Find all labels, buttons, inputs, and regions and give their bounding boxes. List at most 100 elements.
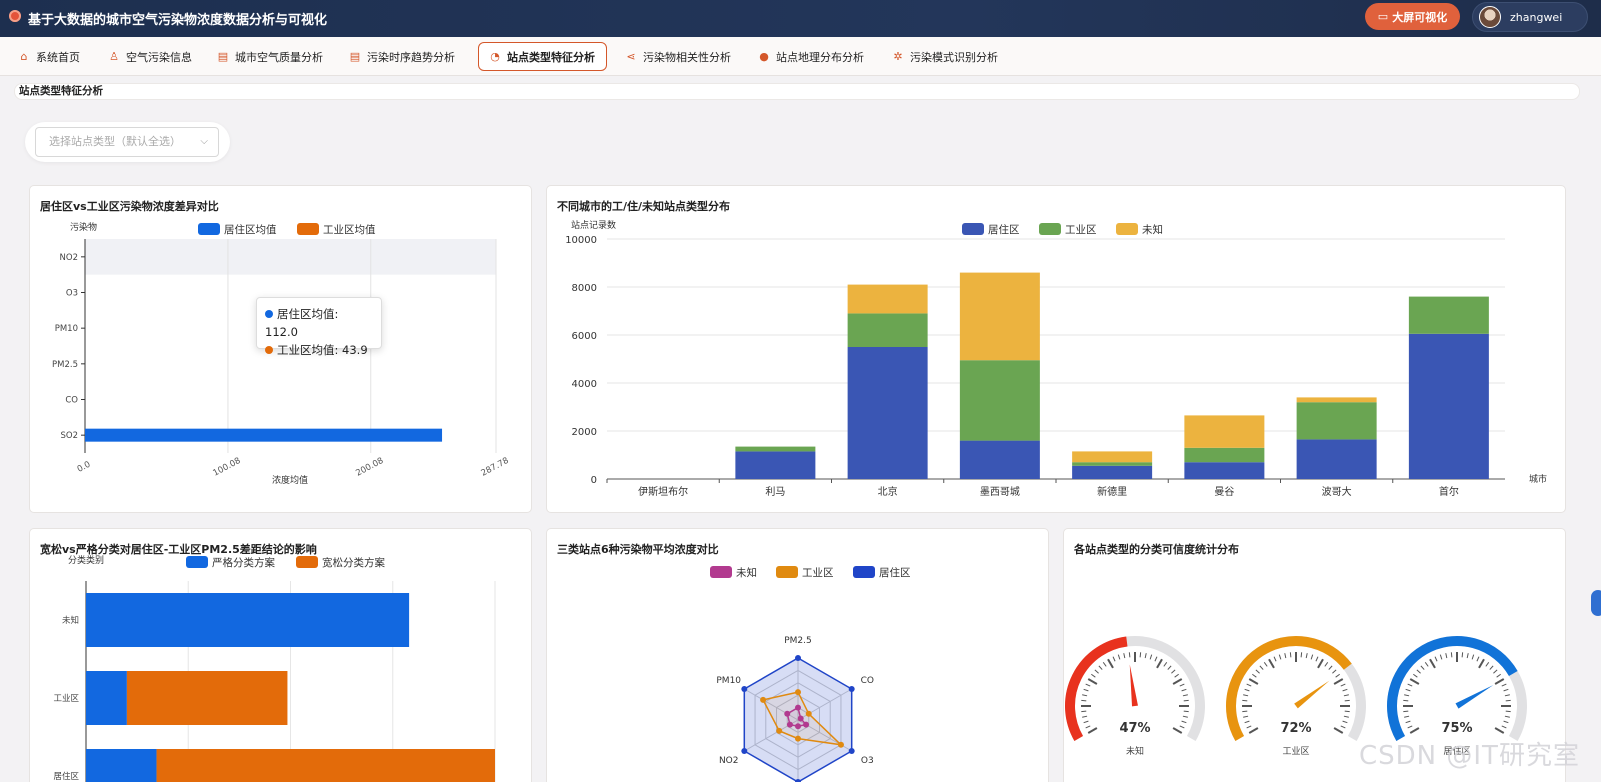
watermark: CSDN @IT研究室 [1359,741,1580,771]
presentation-icon: ▤ [349,50,361,63]
station-type-select[interactable]: 选择站点类型（默认全选） ⌵ [35,127,219,157]
gauge-tick [1503,720,1509,724]
indicator-label: PM2.5 [784,636,812,646]
side-handle[interactable] [1591,590,1601,616]
gauge-needle [1129,664,1138,707]
axis-title: 城市 [1529,473,1547,485]
gauge-tick [1083,720,1089,724]
gauge-tick [1478,658,1485,669]
gauge-tick [1246,683,1252,687]
gauge-tick [1493,669,1498,674]
gauge-tick [1243,694,1249,697]
legend-swatch [853,566,875,578]
gauge-tick [1343,694,1349,697]
gauge-tick [1107,658,1114,669]
gauge-tick [1504,694,1510,697]
legend-label: 宽松分类方案 [322,556,385,569]
gauge-tick [1450,652,1453,658]
tick-label: 6000 [572,331,597,342]
gauge-tick [1405,688,1411,692]
gauge-needle [1455,685,1494,709]
nav-station-type[interactable]: ◔ 站点类型特征分析 [478,42,607,71]
radar-point [795,735,801,742]
gauge-tick [1172,678,1183,685]
bar-segment [1072,451,1153,463]
category-label: 首尔 [1439,485,1459,498]
radar-point [784,710,791,717]
bigscreen-button[interactable]: ▭ 大屏可视化 [1365,3,1460,30]
gauge-value: 72% [1280,721,1311,736]
gauge-label: 工业区 [1282,746,1309,757]
tick-label: 100.08 [212,456,243,479]
filter-wrap: 选择站点类型（默认全选） ⌵ [25,122,230,162]
gauge-tick [1128,652,1131,658]
tick-label: 0.0 [76,460,93,475]
radar-point [797,715,804,722]
gauge-tick [1476,656,1480,662]
nav-label: 污染物相关性分析 [643,50,731,64]
share-icon: ⋖ [626,50,636,63]
legend-label: 居住区 [988,223,1020,236]
gauge-tick [1429,658,1436,669]
category-label: CO [65,396,78,406]
radar-point [795,689,801,696]
nav-geo[interactable]: ● 站点地理分布分析 [748,42,874,71]
gauge-tick [1183,710,1189,713]
radar-point [795,723,801,730]
gauge-tick [1082,694,1088,697]
legend-swatch [198,223,220,235]
nav-city-quality[interactable]: ▤ 城市空气质量分析 [207,42,333,71]
bar-segment [1296,397,1377,403]
nav-air-info[interactable]: ♙ 空气污染信息 [98,42,202,71]
radar-point [795,655,801,661]
bar-segment [1072,465,1153,479]
gauge-tick [1343,715,1349,718]
monitor-icon: ▭ [1377,10,1389,23]
axis-title: 分类类别 [68,554,104,566]
logo-icon [9,10,21,22]
category-label: 居住区 [53,771,79,782]
gauge-tick [1305,653,1308,659]
app-title: 基于大数据的城市空气污染物浓度数据分析与可视化 [28,13,328,28]
legend-label: 工业区均值 [323,223,376,236]
bar [85,428,443,442]
gauge-tick [1333,727,1344,734]
legend-label: 工业区 [1065,224,1097,236]
category-label: 新德里 [1097,485,1127,498]
radar-point [786,721,793,728]
user-menu[interactable]: zhangwei [1472,2,1588,32]
gauge-tick [1081,699,1087,702]
axis-title: 浓度均值 [272,474,308,486]
gauge-tick [1485,662,1490,667]
gauge-tick [1144,653,1147,659]
gauge-tick [1259,665,1264,670]
category-label: SO2 [61,431,79,441]
gauge-tick [1407,725,1413,729]
tick-label: 4000 [572,379,597,390]
gauge-tick [1344,699,1350,702]
bar-segment [959,272,1040,361]
bar-segment [126,671,288,725]
gauge-tick [1340,683,1346,687]
gauge-tick [1263,662,1268,667]
gauge-tick [1494,727,1505,734]
category-label: 北京 [878,485,898,498]
nav-home[interactable]: ⌂ 系统首页 [8,42,90,71]
nav-time-trend[interactable]: ▤ 污染时序趋势分析 [339,42,465,71]
gauge-tick [1243,715,1249,718]
gauge-tick [1407,683,1413,687]
nav-label: 污染时序趋势分析 [367,50,455,64]
nav-correlation[interactable]: ⋖ 污染物相关性分析 [615,42,741,71]
gauge-tick [1248,727,1259,734]
gauge-tick [1489,665,1494,670]
legend-label: 未知 [1142,223,1163,236]
tick-label: 287.78 [480,456,511,479]
bar-segment [1296,402,1377,440]
pie-icon: ◔ [490,50,500,63]
presentation-icon: ▤ [217,50,229,63]
classify-chart: 严格分类方案 宽松分类方案 分类类别未知工业区居住区 [53,554,496,782]
nav-pattern[interactable]: ✲ 污染模式识别分析 [882,42,1008,71]
gauge-tick [1244,688,1250,692]
gauge-tick [1082,715,1088,718]
gauge-tick [1300,652,1303,658]
